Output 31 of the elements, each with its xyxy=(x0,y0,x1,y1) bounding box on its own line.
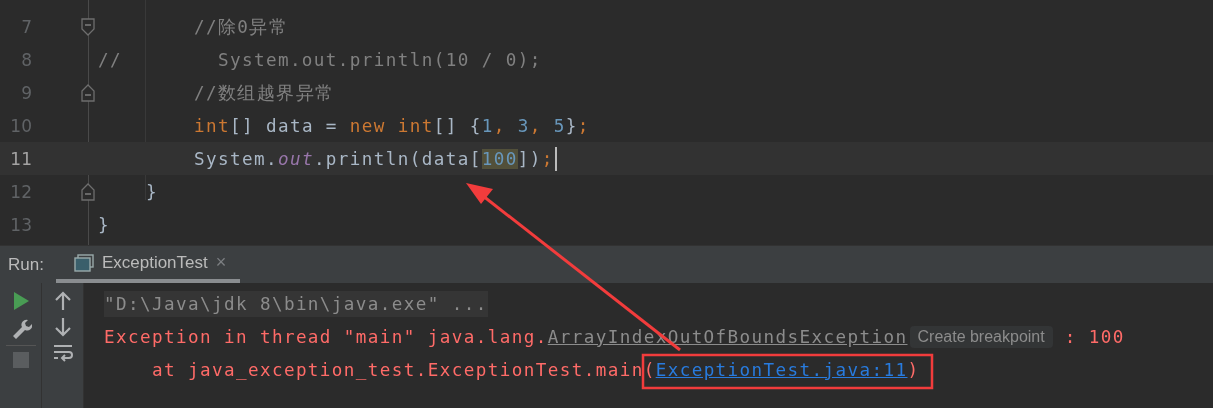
code-line: // System.out.println(10 / 0); xyxy=(98,49,542,70)
fold-marker-icon[interactable] xyxy=(81,182,95,201)
fold-marker-icon[interactable] xyxy=(81,83,95,102)
run-icon[interactable] xyxy=(11,291,30,311)
code-line: } xyxy=(144,181,158,202)
line-number: 12 xyxy=(9,181,32,202)
code-line: //除0异常 xyxy=(192,15,289,39)
file-link[interactable]: ExceptionTest.java:11 xyxy=(655,359,908,380)
code-line: int[] data = new int[] {1, 3, 5}; xyxy=(192,115,590,136)
code-line: //数组越界异常 xyxy=(192,81,335,105)
console-text: Exception in thread "main" java.lang. xyxy=(104,326,548,347)
down-arrow-icon[interactable] xyxy=(53,317,72,337)
line-number: 8 xyxy=(20,49,32,70)
line-number: 9 xyxy=(20,82,32,103)
console-text: ) xyxy=(907,359,920,380)
window-icon xyxy=(73,253,94,272)
stop-icon[interactable] xyxy=(12,352,29,368)
breakpoint-hint[interactable]: Create breakpoint xyxy=(909,325,1053,348)
line-number: 13 xyxy=(9,214,32,235)
fold-marker-icon[interactable] xyxy=(81,17,95,36)
up-arrow-icon[interactable] xyxy=(53,291,72,311)
line-number: 10 xyxy=(9,115,32,136)
console-text: : 100 xyxy=(1063,326,1125,347)
code-line: System.out.println(data[100]); xyxy=(192,148,554,169)
code-line: } xyxy=(98,214,110,235)
soft-wrap-icon[interactable] xyxy=(51,343,74,363)
close-icon[interactable]: × xyxy=(215,252,227,273)
line-number: 11 xyxy=(9,148,32,169)
line-number: 7 xyxy=(20,16,32,37)
panel-label: Run: xyxy=(8,254,44,275)
console-text: "D:\Java\jdk 8\bin\java.exe" ... xyxy=(104,290,488,317)
